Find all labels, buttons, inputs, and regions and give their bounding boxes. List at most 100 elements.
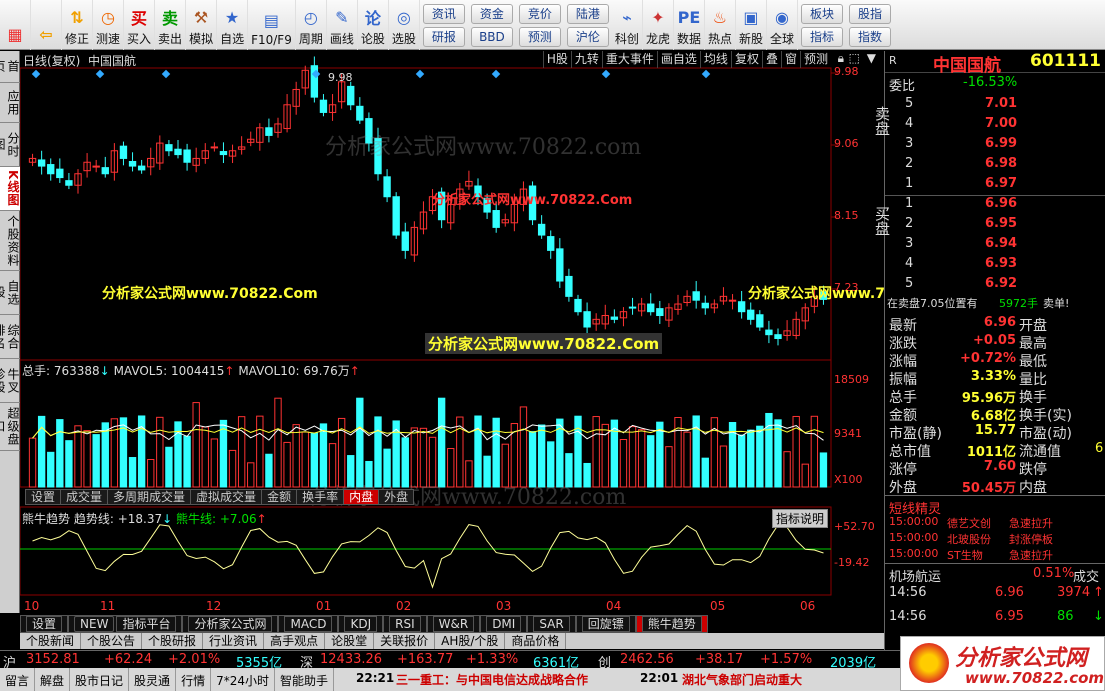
indicator-tab-2[interactable]: 分析家公式网 (182, 615, 279, 633)
toolbar-small-button[interactable]: 竞价 (518, 3, 561, 24)
info-tab-8[interactable]: 商品价格 (505, 633, 567, 649)
left-tab-1[interactable]: 应用 (0, 83, 20, 123)
toolbar-pencil-button[interactable]: ✎ 画线 (327, 0, 358, 50)
toolbar-stock-picker-button[interactable]: ◎ 选股 (389, 0, 420, 50)
toolbar-small-button[interactable]: 股指 (849, 3, 892, 24)
toolbar-small-button[interactable]: 沪伦 (566, 26, 609, 47)
indicator-tab-6[interactable]: W&R (426, 615, 481, 633)
order-row[interactable]: 3 6.99 (885, 136, 1105, 156)
left-tab-8[interactable]: 超级盘口 (0, 403, 20, 451)
volume-tab-3[interactable]: 虚拟成交量 (190, 489, 263, 505)
left-tab-7[interactable]: 牛叉诊股 (0, 359, 20, 403)
indicator-tab-5[interactable]: RSI (383, 615, 427, 633)
toolbar-small-button[interactable]: 预测 (518, 26, 561, 47)
toolbar-small-button[interactable]: 指标 (801, 26, 844, 47)
chart-button-5[interactable]: 复权 (730, 51, 762, 68)
order-row[interactable]: 4 6.93 (885, 256, 1105, 276)
toolbar-speed-test-button[interactable]: ◷ 测速 (93, 0, 125, 50)
trade-button[interactable]: 成交 (1073, 566, 1099, 585)
status-item-0[interactable]: 留言 (0, 668, 36, 691)
volume-tab-1[interactable]: 成交量 (60, 489, 109, 505)
chart-button-0[interactable]: H股 (542, 51, 571, 68)
chart-button-3[interactable]: 画自选 (656, 51, 700, 68)
toolbar-globe-button[interactable]: ◉ 全球 (767, 0, 799, 50)
order-row[interactable]: 5 7.01 (885, 96, 1105, 116)
status-item-1[interactable]: 解盘 (35, 668, 71, 691)
left-tab-4[interactable]: 个股资料 (0, 211, 20, 271)
chart-area[interactable]: 日线(复权) 中国国航 H股 九转 重大事件 画自选 均线 复权叠窗预测 🔒︎ ⬚ ▼ 9… (20, 51, 964, 614)
toolbar-ipo-button[interactable]: ▣ 新股 (736, 0, 767, 50)
indicator-tab-9[interactable]: 回旋镖 (575, 615, 636, 633)
info-tab-0[interactable]: 个股新闻 (20, 633, 82, 649)
status-item-2[interactable]: 股市日记 (70, 668, 130, 691)
indicator-tab-3[interactable]: MACD (278, 615, 339, 633)
left-tab-3[interactable]: K线图 (0, 167, 20, 211)
status-item-4[interactable]: 行情 (176, 668, 212, 691)
chart-button-6[interactable]: 叠 (761, 51, 781, 68)
left-tab-0[interactable]: 首页 (0, 51, 20, 83)
info-tab-4[interactable]: 高手观点 (264, 633, 326, 649)
status-item-6[interactable]: 智能助手 (275, 668, 334, 691)
news-text-2[interactable]: 湖北气象部门启动重大 (682, 671, 802, 688)
chevron-down-icon[interactable]: ▼ (867, 51, 876, 65)
indicator-tab-0[interactable]: 设置 (20, 615, 69, 633)
chart-button-8[interactable]: 预测 (799, 51, 831, 68)
indicator-help-button[interactable]: 指标说明 (772, 509, 829, 528)
info-tab-1[interactable]: 个股公告 (81, 633, 143, 649)
order-row[interactable]: 2 6.95 (885, 216, 1105, 236)
lock-icon[interactable]: 🔒︎ (838, 51, 844, 66)
indicator-tab-4[interactable]: KDJ (338, 615, 384, 633)
toolbar-hot-fire-button[interactable]: ♨ 热点 (705, 0, 736, 50)
left-tab-2[interactable]: 分时图 (0, 123, 20, 167)
toolbar-pe-data-button[interactable]: PE 数据 (674, 0, 705, 50)
info-tab-6[interactable]: 关联报价 (374, 633, 436, 649)
indicator-tab-8[interactable]: SAR (527, 615, 576, 633)
order-row[interactable]: 1 6.97 (885, 176, 1105, 196)
toolbar-gavel-button[interactable]: ⚒ 模拟 (186, 0, 218, 50)
toolbar-kechuang-button[interactable]: ⌁ 科创 (612, 0, 643, 50)
info-tab-5[interactable]: 论股堂 (325, 633, 375, 649)
toolbar-favorites-button[interactable]: ★ 自选 (217, 0, 249, 50)
order-row[interactable]: 4 7.00 (885, 116, 1105, 136)
toolbar-discuss-button[interactable]: 论论股 (358, 0, 389, 50)
volume-tab-5[interactable]: 换手率 (296, 489, 345, 505)
volume-tab-4[interactable]: 金额 (261, 489, 298, 505)
volume-tab-6[interactable]: 内盘 (343, 489, 380, 505)
order-row[interactable]: 3 6.94 (885, 236, 1105, 256)
toolbar-small-button[interactable]: 陆港 (566, 3, 609, 24)
info-tab-3[interactable]: 行业资讯 (203, 633, 265, 649)
chart-button-2[interactable]: 重大事件 (601, 51, 657, 68)
toolbar-small-button[interactable]: 资金 (470, 3, 513, 24)
toolbar-small-button[interactable]: 板块 (801, 3, 844, 24)
chart-button-7[interactable]: 窗 (780, 51, 800, 68)
indicator-tab-10[interactable]: 熊牛趋势 (635, 615, 708, 633)
volume-tab-2[interactable]: 多周期成交量 (107, 489, 192, 505)
left-tab-5[interactable]: 自选股 (0, 271, 20, 315)
toolbar-up-down-arrows-button[interactable]: ⇅ 修正 (62, 0, 94, 50)
toolbar-small-button[interactable]: 指数 (849, 26, 892, 47)
sprite-row[interactable]: 15:00:00 ST生物 急速拉升 (885, 547, 1105, 567)
info-tab-7[interactable]: AH股/个股 (435, 633, 506, 649)
order-row[interactable]: 1 6.96 (885, 196, 1105, 216)
info-tab-2[interactable]: 个股研报 (142, 633, 204, 649)
volume-tab-0[interactable]: 设置 (25, 489, 62, 505)
status-item-5[interactable]: 7*24小时 (211, 668, 275, 691)
toolbar-back-arrow-button[interactable]: ⇦ (31, 0, 62, 50)
toolbar-f10-button[interactable]: ▤ F10/F9 (248, 0, 296, 50)
order-row[interactable]: 2 6.98 (885, 156, 1105, 176)
toolbar-app-logo-button[interactable]: ▦ (0, 0, 31, 50)
toolbar-small-button[interactable]: 研报 (422, 26, 465, 47)
status-item-3[interactable]: 股灵通 (129, 668, 177, 691)
toolbar-small-button[interactable]: 资讯 (422, 3, 465, 24)
toolbar-period-button[interactable]: ◴ 周期 (296, 0, 327, 50)
window-icon[interactable]: ⬚ (849, 51, 860, 65)
news-text-1[interactable]: 三一重工：与中国电信达成战略合作 (396, 671, 588, 688)
toolbar-dragon-tiger-button[interactable]: ✦ 龙虎 (643, 0, 674, 50)
indicator-tab-1[interactable]: NEW 指标平台 (68, 615, 183, 633)
volume-tab-7[interactable]: 外盘 (378, 489, 415, 505)
order-row[interactable]: 5 6.92 (885, 276, 1105, 296)
toolbar-buy-button[interactable]: 买买入 (124, 0, 156, 50)
indicator-tab-7[interactable]: DMI (480, 615, 528, 633)
toolbar-small-button[interactable]: BBD (470, 26, 513, 47)
toolbar-sell-button[interactable]: 卖卖出 (155, 0, 187, 50)
